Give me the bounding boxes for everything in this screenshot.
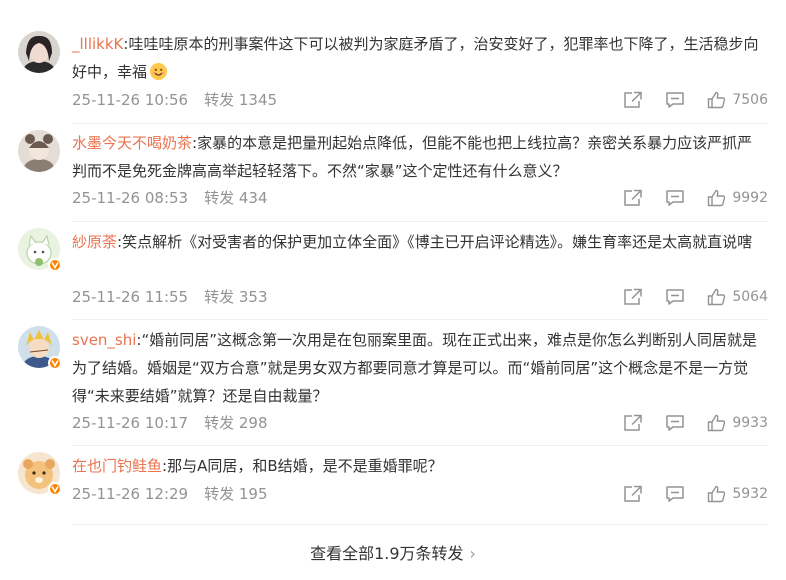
comment-button[interactable]: [665, 189, 685, 207]
view-all-reposts-link[interactable]: 查看全部1.9万条转发 ›: [0, 540, 786, 568]
comment-icon: [666, 415, 685, 431]
comment-username[interactable]: sven_shi: [72, 331, 136, 349]
share-icon: [624, 189, 643, 206]
repost-count[interactable]: 转发 1345: [204, 89, 277, 111]
comment-actions: 7506: [623, 89, 768, 111]
like-button[interactable]: 9933: [707, 414, 768, 432]
view-all-label: 查看全部1.9万条转发: [310, 544, 464, 563]
like-button[interactable]: 9992: [707, 189, 768, 207]
comment-time: 25-11-26 08:53: [72, 189, 189, 207]
comment-meta: 25-11-26 08:53 转发 434: [72, 187, 268, 209]
comment-username[interactable]: _lllikkK: [72, 35, 123, 53]
divider: [72, 524, 768, 525]
comment-button[interactable]: [665, 91, 685, 109]
like-button[interactable]: 5932: [707, 485, 768, 503]
comment-icon: [666, 190, 685, 206]
comment-meta: 25-11-26 12:29 转发 195: [72, 483, 268, 505]
comment-time: 25-11-26 10:56: [72, 91, 189, 109]
comment-time: 25-11-26 12:29: [72, 485, 189, 503]
comment-icon: [666, 289, 685, 305]
comment-actions: 9933: [623, 412, 768, 434]
comment-button[interactable]: [665, 288, 685, 306]
like-count: 5064: [732, 289, 768, 305]
comment-actions: 5932: [623, 483, 768, 505]
repost-count[interactable]: 转发 195: [204, 483, 267, 505]
comment-icon: [666, 92, 685, 108]
thumbs-up-icon: [708, 414, 726, 432]
share-icon: [624, 91, 643, 108]
like-button[interactable]: 5064: [707, 288, 768, 306]
comment-body: :笑点解析《对受害者的保护更加立体全面》《博主已开启评论精选》。嫌生育率还是太高…: [117, 233, 753, 251]
comment-body: :那与A同居，和B结婚，是不是重婚罪呢？: [162, 457, 443, 475]
comment-meta: 25-11-26 11:55 转发 353: [72, 286, 268, 308]
repost-count[interactable]: 转发 298: [204, 412, 267, 434]
like-count: 5932: [732, 486, 768, 502]
like-count: 9992: [732, 190, 768, 206]
comment-icon: [666, 486, 685, 502]
comment-actions: 9992: [623, 187, 768, 209]
avatar[interactable]: [18, 31, 60, 73]
avatar[interactable]: [18, 130, 60, 172]
like-button[interactable]: 7506: [707, 91, 768, 109]
comment-text: _lllikkK:哇哇哇原本的刑事案件这下可以被判为家庭矛盾了，治安变好了，犯罪…: [72, 30, 762, 86]
share-icon: [624, 288, 643, 305]
smile-emoji-icon: [150, 63, 168, 80]
repost-count[interactable]: 转发 353: [204, 286, 267, 308]
repost-count[interactable]: 转发 434: [204, 187, 267, 209]
comment-meta: 25-11-26 10:17 转发 298: [72, 412, 268, 434]
share-icon: [624, 414, 643, 431]
thumbs-up-icon: [708, 485, 726, 503]
share-button[interactable]: [623, 91, 643, 109]
divider: [72, 123, 768, 124]
comment-time: 25-11-26 10:17: [72, 414, 189, 432]
comment-time: 25-11-26 11:55: [72, 288, 189, 306]
comment-button[interactable]: [665, 485, 685, 503]
comment-actions: 5064: [623, 286, 768, 308]
share-button[interactable]: [623, 414, 643, 432]
comment-body: :哇哇哇原本的刑事案件这下可以被判为家庭矛盾了，治安变好了，犯罪率也下降了，生活…: [72, 35, 759, 81]
verified-badge-icon: [48, 258, 62, 272]
comment-text: sven_shi:“婚前同居”这概念第一次用是在包丽案里面。现在正式出来，难点是…: [72, 326, 762, 410]
comment-username[interactable]: 紗原荼: [72, 233, 117, 251]
comment-button[interactable]: [665, 414, 685, 432]
divider: [72, 221, 768, 222]
share-button[interactable]: [623, 485, 643, 503]
divider: [72, 319, 768, 320]
thumbs-up-icon: [708, 288, 726, 306]
comment-text: 水墨今天不喝奶茶:家暴的本意是把量刑起始点降低，但能不能也把上线拉高？亲密关系暴…: [72, 129, 762, 185]
verified-badge-icon: [48, 356, 62, 370]
comment-body: :“婚前同居”这概念第一次用是在包丽案里面。现在正式出来，难点是你怎么判断别人同…: [72, 331, 758, 405]
comment-text: 在也门钓鲑鱼:那与A同居，和B结婚，是不是重婚罪呢？: [72, 452, 762, 480]
divider: [72, 445, 768, 446]
thumbs-up-icon: [708, 189, 726, 207]
thumbs-up-icon: [708, 91, 726, 109]
comment-username[interactable]: 在也门钓鲑鱼: [72, 457, 162, 475]
comment-text: 紗原荼:笑点解析《对受害者的保护更加立体全面》《博主已开启评论精选》。嫌生育率还…: [72, 228, 762, 256]
share-icon: [624, 485, 643, 502]
share-button[interactable]: [623, 189, 643, 207]
comment-meta: 25-11-26 10:56 转发 1345: [72, 89, 277, 111]
verified-badge-icon: [48, 482, 62, 496]
comment-username[interactable]: 水墨今天不喝奶茶: [72, 134, 192, 152]
like-count: 7506: [732, 92, 768, 108]
share-button[interactable]: [623, 288, 643, 306]
chevron-right-icon: ›: [469, 544, 476, 563]
like-count: 9933: [732, 415, 768, 431]
